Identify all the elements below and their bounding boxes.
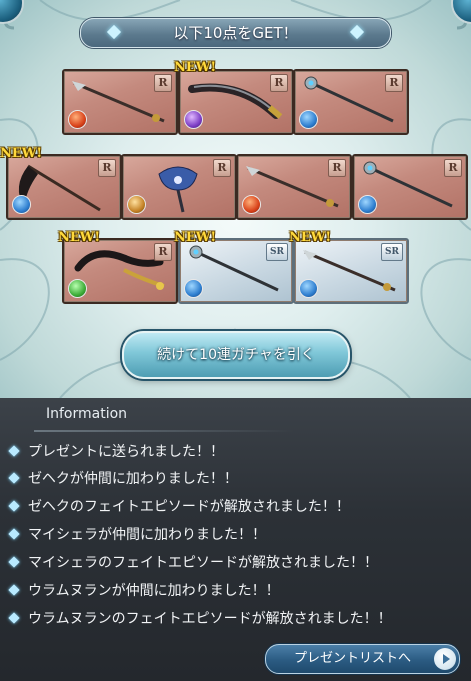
rarity-badge: R: [385, 74, 403, 92]
information-message: ゼヘクのフェイトエピソードが解放されました！！: [8, 495, 350, 519]
information-message: マイシェラのフェイトエピソードが解放されました！！: [8, 551, 378, 575]
message-text: マイシェラのフェイトエピソードが解放されました！！: [28, 555, 378, 571]
new-badge: NEW!: [174, 60, 217, 75]
new-badge: NEW!: [174, 230, 217, 245]
item-card[interactable]: R: [62, 69, 178, 135]
message-text: マイシェラが仲間に加わりました！！: [28, 527, 266, 543]
draw-10-again-label: 続けて10連ガチャを引く: [157, 347, 315, 363]
draw-10-again-button[interactable]: 続けて10連ガチャを引く: [122, 331, 350, 379]
item-card[interactable]: R: [352, 154, 468, 220]
information-title: Information: [46, 406, 128, 422]
diamond-bullet-icon: [8, 612, 20, 624]
message-text: ゼヘクが仲間に加わりました！！: [28, 471, 238, 487]
message-text: ゼヘクのフェイトエピソードが解放されました！！: [28, 499, 350, 515]
rarity-badge: SR: [381, 243, 403, 261]
rarity-badge: R: [98, 159, 116, 177]
information-message: プレゼントに送られました！！: [8, 440, 224, 464]
result-title: 以下10点をGET！: [173, 24, 298, 42]
item-card[interactable]: R: [62, 238, 178, 304]
item-card[interactable]: SR: [293, 238, 409, 304]
fire-element-icon: [68, 110, 87, 129]
water-element-icon: [299, 279, 318, 298]
rarity-badge: R: [154, 74, 172, 92]
new-badge: NEW!: [58, 230, 101, 245]
diamond-bullet-icon: [8, 584, 20, 596]
present-list-button[interactable]: プレゼントリストへ: [265, 644, 460, 674]
rarity-badge: R: [213, 159, 231, 177]
new-badge: NEW!: [289, 230, 332, 245]
message-text: ウラムヌランのフェイトエピソードが解放されました！！: [28, 611, 392, 627]
diamond-bullet-icon: [8, 528, 20, 540]
new-badge: NEW!: [0, 146, 43, 161]
information-message: マイシェラが仲間に加わりました！！: [8, 523, 266, 547]
item-card[interactable]: SR: [178, 238, 294, 304]
rarity-badge: SR: [266, 243, 288, 261]
arrow-right-icon: [434, 648, 456, 670]
water-element-icon: [358, 195, 377, 214]
diamond-bullet-icon: [8, 556, 20, 568]
rarity-badge: R: [154, 243, 172, 261]
item-card[interactable]: R: [121, 154, 237, 220]
item-card[interactable]: R: [6, 154, 122, 220]
diamond-bullet-icon: [8, 472, 20, 484]
information-message: ウラムヌランが仲間に加わりました！！: [8, 579, 280, 603]
earth-element-icon: [127, 195, 146, 214]
information-message: ウラムヌランのフェイトエピソードが解放されました！！: [8, 607, 392, 631]
fire-element-icon: [242, 195, 261, 214]
result-title-bar: 以下10点をGET！: [80, 18, 391, 48]
rarity-badge: R: [270, 74, 288, 92]
result-panel: 以下10点をGET！ R R NEW! R R NEW! R R R R NEW! SR NEW! SR N…: [0, 0, 471, 398]
message-text: ウラムヌランが仲間に加わりました！！: [28, 583, 280, 599]
rarity-badge: R: [328, 159, 346, 177]
water-element-icon: [184, 279, 203, 298]
item-card[interactable]: R: [236, 154, 352, 220]
water-element-icon: [12, 195, 31, 214]
rarity-badge: R: [444, 159, 462, 177]
wind-element-icon: [68, 279, 87, 298]
header-divider: [34, 430, 294, 432]
dark-element-icon: [184, 110, 203, 129]
present-list-label: プレゼントリストへ: [294, 651, 412, 666]
item-card[interactable]: R: [178, 69, 294, 135]
diamond-bullet-icon: [8, 500, 20, 512]
information-header: Information: [0, 402, 471, 432]
message-text: プレゼントに送られました！！: [28, 444, 224, 460]
item-card[interactable]: R: [293, 69, 409, 135]
information-message: ゼヘクが仲間に加わりました！！: [8, 467, 238, 491]
diamond-bullet-icon: [8, 445, 20, 457]
information-panel: Information プレゼントに送られました！！ ゼヘクが仲間に加わりました！…: [0, 398, 471, 681]
water-element-icon: [299, 110, 318, 129]
